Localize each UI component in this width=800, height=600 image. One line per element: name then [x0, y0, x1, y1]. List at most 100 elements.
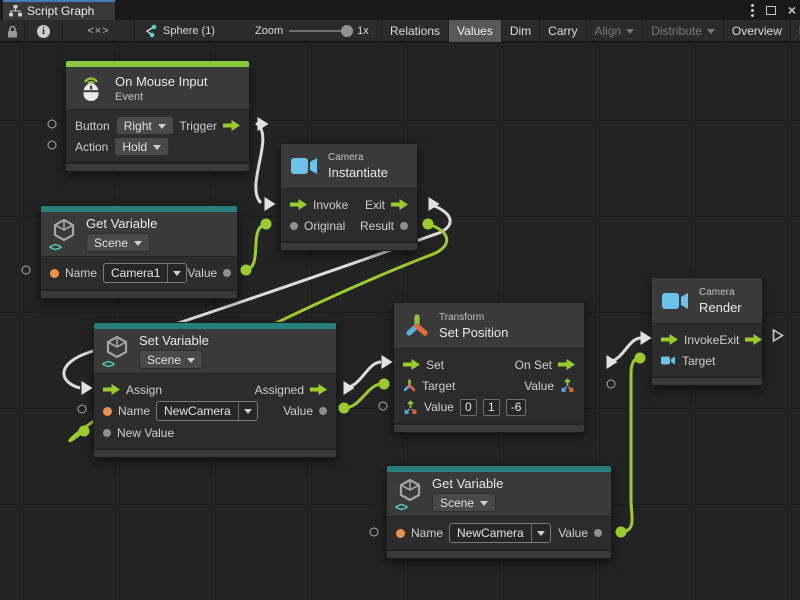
flow-arrow-icon: [403, 359, 420, 370]
port-render-exit-out[interactable]: [771, 328, 785, 349]
data-port-icon: [319, 407, 327, 415]
flow-arrow-icon: [223, 120, 240, 131]
window-menu-icon[interactable]: [751, 4, 754, 17]
chevron-down-icon: [707, 29, 715, 38]
chevron-down-icon: [537, 531, 545, 540]
relations-button[interactable]: Relations: [381, 20, 448, 42]
flow-arrow-icon: [661, 334, 678, 345]
graph-target[interactable]: Sphere (1): [135, 20, 255, 42]
dim-button[interactable]: Dim: [501, 20, 539, 42]
port-render-target-in[interactable]: [635, 353, 646, 364]
port-new-value-in[interactable]: [79, 426, 90, 437]
port-mouse-input-left-2[interactable]: [48, 141, 57, 150]
zoom-label: Zoom: [255, 25, 283, 37]
port-on-set-out[interactable]: [607, 355, 618, 369]
node-subtitle: Event: [115, 91, 208, 103]
mouse-action-dropdown[interactable]: Hold: [114, 137, 169, 156]
zoom-slider-handle[interactable]: [341, 25, 353, 37]
variable-name-dropdown[interactable]: NewCamera: [449, 523, 551, 543]
port-getvar1-name-in[interactable]: [22, 266, 31, 275]
close-icon[interactable]: ×: [788, 3, 796, 17]
code-view-button[interactable]: <×>: [63, 20, 135, 42]
variable-kind-dropdown[interactable]: Scene: [432, 493, 496, 512]
graph-target-label: Sphere (1): [163, 25, 215, 37]
port-render-invoke-in[interactable]: [641, 331, 652, 345]
flow-arrow-icon: [558, 359, 575, 370]
value-in-port-label: Value: [424, 400, 454, 414]
zoom-slider[interactable]: [289, 30, 351, 32]
action-port-label: Action: [75, 140, 108, 154]
port-mouse-input-left-1[interactable]: [48, 120, 57, 129]
node-get-variable-newcamera[interactable]: <> Get Variable Scene Name NewCamera: [386, 465, 612, 559]
flow-arrow-icon: [103, 384, 120, 395]
variable-name-dropdown[interactable]: Camera1: [103, 263, 187, 283]
distribute-button[interactable]: Distribute: [642, 20, 723, 42]
target-port-label: Target: [682, 354, 715, 368]
port-value-in[interactable]: [379, 402, 388, 411]
zoom-level: 1x: [357, 25, 369, 37]
node-camera-instantiate[interactable]: Camera Instantiate Invoke Exit Original: [280, 143, 418, 251]
vector-y-field[interactable]: 1: [483, 399, 500, 416]
align-button[interactable]: Align: [586, 20, 643, 42]
port-getvar2-name-in[interactable]: [370, 528, 379, 537]
port-assign-in[interactable]: [82, 381, 93, 395]
port-target-in[interactable]: [379, 379, 390, 390]
target-port-label: Target: [422, 379, 455, 393]
node-title: Render: [699, 300, 742, 315]
node-on-mouse-input[interactable]: On Mouse Input Event Button Right Trigge…: [65, 60, 250, 172]
node-transform-set-position[interactable]: Transform Set Position Set On Set: [393, 302, 585, 433]
variable-kind-dropdown[interactable]: Scene: [86, 233, 150, 252]
transform-icon: [404, 313, 430, 339]
flow-arrow-icon: [290, 199, 307, 210]
vector-x-field[interactable]: 0: [460, 399, 477, 416]
camera-icon: [661, 355, 676, 366]
port-getvar1-value-out[interactable]: [241, 265, 252, 276]
node-set-variable[interactable]: <> Set Variable Scene Assign Assigned: [93, 322, 337, 458]
port-invoke-in[interactable]: [265, 197, 276, 211]
tab-script-graph[interactable]: Script Graph: [3, 0, 115, 20]
mouse-button-dropdown[interactable]: Right: [116, 116, 174, 135]
values-button[interactable]: Values: [448, 20, 501, 42]
info-button[interactable]: i: [25, 20, 63, 42]
chevron-down-icon: [626, 29, 634, 38]
port-trigger-out[interactable]: [258, 117, 269, 131]
port-value-out[interactable]: [607, 380, 616, 389]
variable-name-dropdown[interactable]: NewCamera: [156, 401, 258, 421]
port-exit-out[interactable]: [429, 197, 440, 211]
port-result-out[interactable]: [423, 219, 434, 230]
node-get-variable-camera1[interactable]: <> Get Variable Scene Name Camera1: [40, 205, 238, 299]
node-category: Transform: [439, 312, 508, 323]
port-setvar-value-out[interactable]: [339, 403, 350, 414]
chevron-down-icon: [173, 271, 181, 280]
carry-button[interactable]: Carry: [539, 20, 585, 42]
overview-button[interactable]: Overview: [723, 20, 790, 42]
maximize-icon[interactable]: [766, 6, 776, 15]
lock-icon: [7, 25, 18, 38]
vector-z-field[interactable]: -6: [506, 399, 527, 416]
port-assigned-out[interactable]: [344, 381, 355, 395]
port-original-in[interactable]: [261, 219, 272, 230]
port-set-in[interactable]: [382, 355, 393, 369]
chevron-down-icon: [187, 358, 195, 367]
lock-button[interactable]: [0, 20, 25, 42]
variable-kind-dropdown[interactable]: Scene: [139, 350, 203, 369]
invoke-port-label: Invoke: [684, 333, 719, 347]
port-getvar2-value-out[interactable]: [616, 527, 627, 538]
transform-icon: [403, 379, 416, 392]
name-port-label: Name: [118, 404, 150, 418]
exit-port-label: Exit: [719, 333, 739, 347]
node-title: Instantiate: [328, 165, 388, 180]
chevron-down-icon: [153, 145, 161, 154]
full-screen-button[interactable]: Full Screen: [790, 20, 800, 42]
name-port-label: Name: [411, 526, 443, 540]
node-title: Set Variable: [139, 333, 209, 348]
value-port-label: Value: [187, 266, 217, 280]
vector3-icon: [560, 378, 575, 393]
node-camera-render[interactable]: Camera Render Invoke Exit: [651, 277, 763, 386]
chevron-down-icon: [134, 241, 142, 250]
chevron-down-icon: [480, 501, 488, 510]
chevron-down-icon: [244, 409, 252, 418]
graph-hierarchy-icon: [9, 5, 22, 17]
unity-variable-icon: <>: [397, 479, 423, 509]
port-setvar-name-in[interactable]: [78, 405, 87, 414]
